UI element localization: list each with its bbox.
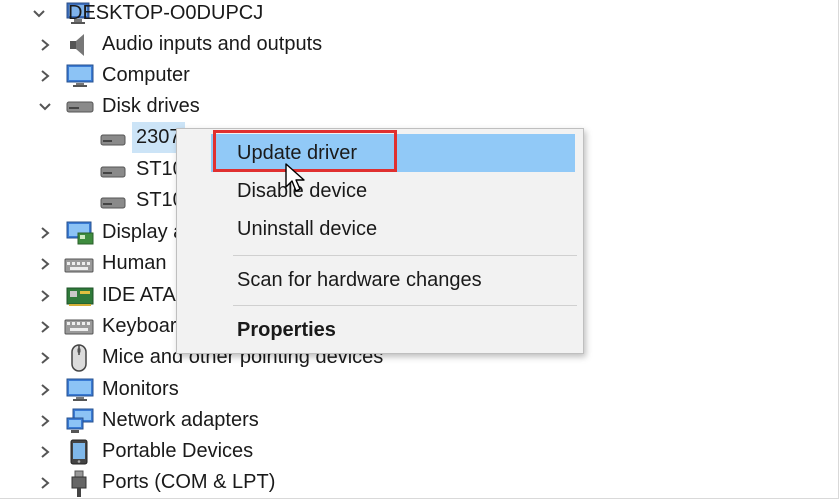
chevron-right-icon[interactable] bbox=[38, 414, 52, 428]
monitor-icon bbox=[66, 64, 94, 87]
tree-item-label: Human bbox=[102, 252, 167, 274]
chevron-right-icon[interactable] bbox=[38, 320, 52, 334]
menu-separator bbox=[233, 255, 577, 256]
chevron-right-icon[interactable] bbox=[38, 226, 52, 240]
tree-item-label: Portable Devices bbox=[102, 440, 254, 462]
chevron-down-icon[interactable] bbox=[38, 100, 52, 114]
network-icon bbox=[66, 408, 94, 433]
disk-drive-icon bbox=[100, 197, 126, 209]
tree-item-label: Display a bbox=[102, 221, 185, 243]
port-icon bbox=[71, 470, 87, 497]
chevron-down-icon[interactable] bbox=[32, 7, 46, 21]
keyboard-icon bbox=[64, 258, 94, 273]
tree-item-label: Computer bbox=[102, 64, 190, 86]
tree-item-label: Keyboar bbox=[102, 315, 177, 337]
menu-item-disable-device[interactable]: Disable device bbox=[177, 172, 583, 210]
display-adapter-icon bbox=[66, 221, 94, 245]
tree-item-label: Network adapters bbox=[102, 409, 259, 431]
disk-drive-icon bbox=[100, 134, 126, 146]
tree-item-label: Disk drives bbox=[102, 95, 200, 117]
tree-item-label: IDE ATA/ bbox=[102, 284, 182, 306]
disk-drive-icon bbox=[66, 101, 94, 113]
ide-controller-icon bbox=[66, 287, 94, 306]
menu-item-uninstall-device[interactable]: Uninstall device bbox=[177, 210, 583, 248]
tree-item-label: Audio inputs and outputs bbox=[102, 33, 323, 55]
chevron-right-icon[interactable] bbox=[38, 69, 52, 83]
menu-item-label: Properties bbox=[237, 319, 336, 341]
menu-item-label: Scan for hardware changes bbox=[237, 269, 482, 291]
menu-item-label: Uninstall device bbox=[237, 218, 378, 240]
menu-item-scan-hardware[interactable]: Scan for hardware changes bbox=[177, 261, 583, 299]
chevron-right-icon[interactable] bbox=[38, 383, 52, 397]
portable-device-icon bbox=[70, 439, 88, 465]
disk-drive-icon bbox=[100, 166, 126, 178]
mouse-icon bbox=[71, 344, 87, 372]
mouse-pointer-icon bbox=[285, 163, 305, 192]
chevron-right-icon[interactable] bbox=[38, 289, 52, 303]
chevron-right-icon[interactable] bbox=[38, 351, 52, 365]
menu-separator bbox=[233, 305, 577, 306]
chevron-right-icon[interactable] bbox=[38, 38, 52, 52]
chevron-right-icon[interactable] bbox=[38, 445, 52, 459]
chevron-right-icon[interactable] bbox=[38, 257, 52, 271]
tree-root-label: DESKTOP-O0DUPCJ bbox=[68, 2, 264, 24]
monitor-icon bbox=[66, 378, 94, 401]
speaker-icon bbox=[70, 34, 84, 56]
chevron-right-icon[interactable] bbox=[38, 476, 52, 490]
menu-item-properties[interactable]: Properties bbox=[177, 311, 583, 349]
keyboard-icon bbox=[64, 319, 94, 335]
tree-item-label: Ports (COM & LPT) bbox=[102, 471, 276, 493]
tree-item-label: Monitors bbox=[102, 378, 179, 400]
